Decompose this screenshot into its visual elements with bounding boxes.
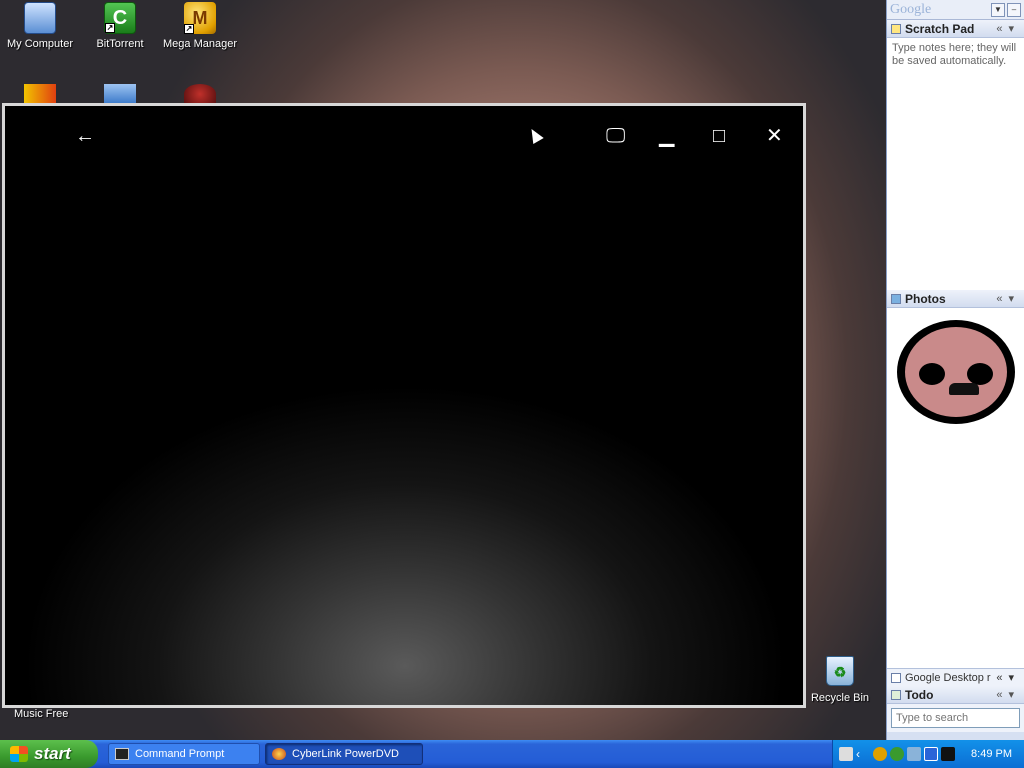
start-button[interactable]: start: [0, 740, 98, 768]
scratch-pad-header[interactable]: Scratch Pad «▾: [887, 20, 1024, 38]
search-input[interactable]: [891, 708, 1020, 728]
gadget-controls[interactable]: «▾: [996, 22, 1020, 35]
back-arrow-icon[interactable]: ←: [75, 126, 95, 146]
photo-mouth: [949, 383, 979, 395]
recycle-bin-label: Recycle Bin: [810, 692, 870, 704]
google-desktop-row[interactable]: Google Desktop r «▾: [887, 668, 1024, 686]
powerdvd-player-window[interactable]: ← 🖵 ▁ □ ✕: [2, 103, 806, 708]
photos-panel: [887, 308, 1024, 668]
taskbar: start Command Prompt CyberLink PowerDVD …: [0, 740, 1024, 768]
taskbar-item-powerdvd[interactable]: CyberLink PowerDVD: [265, 743, 423, 765]
powerdvd-icon: [272, 748, 286, 760]
photos-title: Photos: [905, 291, 946, 306]
google-desktop-icon: [891, 672, 901, 683]
todo-title: Todo: [905, 687, 934, 702]
clock[interactable]: 8:49 PM: [971, 748, 1012, 760]
sidebar-minimize-button[interactable]: –: [1007, 2, 1021, 17]
system-tray: ‹ 8:49 PM: [832, 740, 1024, 768]
checkbox-icon: [891, 689, 901, 700]
desktop-icon-music-free-label[interactable]: Music Free: [14, 708, 68, 720]
photo-face: [905, 327, 1007, 417]
gadget-controls[interactable]: «▾: [996, 688, 1020, 701]
notepad-icon: [891, 23, 901, 34]
google-desktop-sidebar: Google ▼ – Scratch Pad «▾ Type notes her…: [886, 0, 1024, 740]
google-logo[interactable]: Google: [890, 2, 989, 18]
photo-image[interactable]: [897, 320, 1015, 424]
chevron-left-icon[interactable]: ‹: [856, 747, 870, 761]
desktop-icon-partial[interactable]: [24, 84, 56, 104]
keyboard-icon[interactable]: [839, 747, 853, 761]
tray-app-icon[interactable]: [941, 747, 955, 761]
taskbar-item-label: Command Prompt: [135, 748, 225, 760]
network-icon[interactable]: [907, 747, 921, 761]
scratch-pad-textarea[interactable]: Type notes here; they will be saved auto…: [887, 38, 1024, 290]
shortcut-arrow-icon: ↗: [184, 24, 194, 34]
photo-eye: [967, 363, 993, 385]
mega-tray-icon[interactable]: [873, 747, 887, 761]
computer-icon: [24, 2, 56, 34]
desktop-icon-label: Mega Manager: [163, 38, 237, 50]
desktop-icon-mega-manager[interactable]: M ↗ Mega Manager: [160, 2, 240, 50]
scratch-pad-title: Scratch Pad: [905, 21, 975, 36]
google-tray-icon[interactable]: [890, 747, 904, 761]
photo-eye: [919, 363, 945, 385]
photo-icon: [891, 293, 901, 304]
google-desktop-title: Google Desktop r: [905, 671, 991, 684]
shortcut-arrow-icon: ↗: [105, 23, 115, 33]
photos-header[interactable]: Photos «▾: [887, 290, 1024, 308]
mouse-cursor-icon: [526, 125, 544, 145]
desktop-icon-my-computer[interactable]: My Computer: [0, 2, 80, 50]
todo-header[interactable]: Todo «▾: [887, 686, 1024, 704]
gadget-controls[interactable]: «▾: [996, 292, 1020, 305]
desktop-icon-bittorrent[interactable]: C ↗ BitTorrent: [80, 2, 160, 50]
desktop-icon-label: BitTorrent: [96, 38, 144, 50]
maximize-icon[interactable]: □: [713, 126, 725, 146]
close-icon[interactable]: ✕: [766, 126, 783, 146]
command-prompt-icon: [115, 748, 129, 760]
desktop-icon-partial[interactable]: [104, 84, 136, 104]
taskbar-item-label: CyberLink PowerDVD: [292, 748, 399, 760]
desktop-icon-partial[interactable]: [184, 84, 216, 104]
monitor-icon[interactable]: 🖵: [606, 126, 625, 146]
minimize-icon[interactable]: ▁: [659, 126, 674, 146]
gadget-controls[interactable]: «▾: [996, 671, 1020, 684]
start-label: start: [34, 744, 71, 763]
taskbar-item-command-prompt[interactable]: Command Prompt: [108, 743, 260, 765]
mega-icon: M ↗: [184, 2, 216, 34]
desktop-icon-recycle-bin[interactable]: ♻ Recycle Bin: [808, 656, 872, 704]
sidebar-menu-button[interactable]: ▼: [991, 2, 1005, 17]
desktop-icon-label: My Computer: [6, 38, 74, 50]
bittorrent-icon: C ↗: [104, 2, 136, 34]
recycle-bin-icon: ♻: [826, 656, 854, 686]
windows-flag-icon: [10, 746, 28, 762]
sidebar-header: Google ▼ –: [887, 0, 1024, 20]
bluetooth-icon[interactable]: [924, 747, 938, 761]
search-container: [887, 704, 1024, 732]
